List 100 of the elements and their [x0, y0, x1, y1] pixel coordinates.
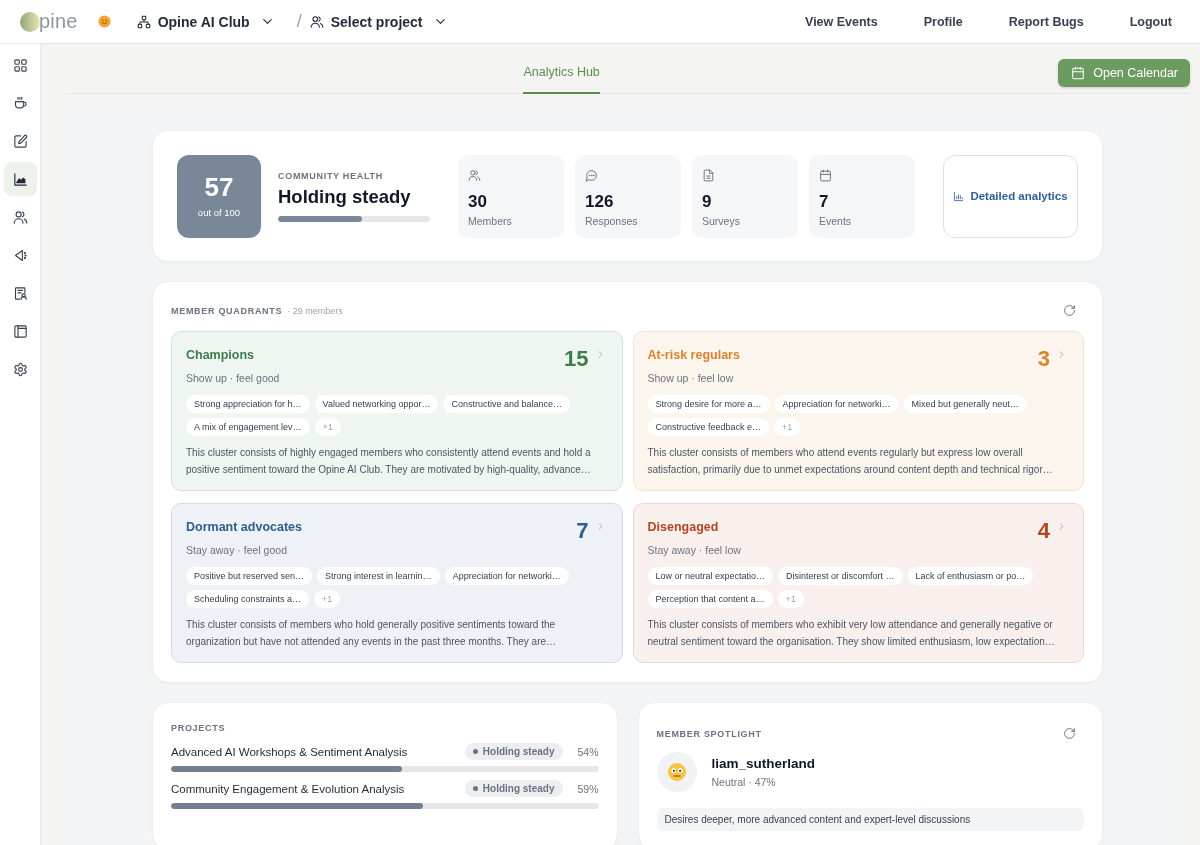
quadrant-count: 3	[1037, 348, 1050, 370]
tab[interactable]: Analytics Hub	[523, 65, 600, 94]
tag-chip: Strong appreciation for h…	[186, 395, 310, 413]
tag-chip: Constructive and balance…	[443, 395, 571, 413]
smiley-icon	[97, 15, 111, 28]
chat-icon	[585, 168, 598, 182]
tag-chip: Constructive feedback e…	[647, 418, 770, 436]
tag-chip: Positive but reserved sen…	[186, 567, 313, 585]
users-icon	[468, 168, 481, 182]
quadrant-description: This cluster consists of members who attend events regularly but express low overall satisfaction, primarily due to unmet expectations around content depth and technical rigor…	[647, 446, 1054, 477]
nav-link[interactable]: Profile	[923, 14, 963, 29]
calendar-icon	[1071, 66, 1086, 80]
tag-chip: Mixed but generally neut…	[903, 395, 1027, 413]
spotlight-quote: Desires deeper, more advanced content and expert-level discussions	[656, 808, 1084, 831]
status-dot-icon	[472, 749, 478, 754]
quadrant-card[interactable]	[632, 331, 1084, 491]
tag-chip: Strong desire for more a…	[647, 395, 770, 413]
document-user-icon	[12, 285, 28, 301]
tag-chip: Strong interest in learnin…	[317, 567, 440, 585]
stat-label: Events	[819, 214, 853, 227]
logo-icon	[20, 11, 40, 32]
cup-icon	[12, 95, 28, 111]
member-count: · 29 members	[287, 305, 343, 316]
quadrant-subtitle: Stay away · feel good	[186, 544, 288, 556]
settings-icon	[12, 361, 28, 377]
quadrant-description: This cluster consists of members who hold generally positive sentiments toward the organization but have not attended any events in the past three months. They are…	[186, 618, 558, 649]
project-percent: 59%	[576, 782, 599, 795]
nav-link[interactable]: Report Bugs	[1008, 14, 1084, 29]
nav-link[interactable]: View Events	[805, 14, 878, 29]
status-label: Holding steady	[482, 783, 555, 794]
stat-label: Responses	[585, 214, 639, 227]
status-dot-icon	[472, 786, 478, 791]
detailed-analytics-button[interactable]: Detailed analytics	[943, 154, 1078, 238]
project-percent: 54%	[576, 745, 599, 758]
section-title: MEMBER QUADRANTS	[171, 305, 283, 316]
stat-value: 9	[702, 191, 713, 212]
quadrant-count: 15	[564, 348, 589, 370]
section-label: COMMUNITY HEALTH	[278, 170, 384, 181]
quadrant-title: At-risk regulars	[647, 348, 740, 362]
quadrant-title: Dormant advocates	[186, 520, 302, 534]
refresh-icon[interactable]	[1063, 304, 1076, 317]
quadrant-subtitle: Show up · feel good	[186, 372, 281, 384]
tag-chip: Lack of enthusiasm or po…	[907, 567, 1034, 585]
member-name: liam_sutherland	[711, 756, 816, 771]
grid-icon	[12, 57, 28, 73]
more-tags-chip: +1	[314, 418, 341, 436]
section-title: MEMBER SPOTLIGHT	[656, 728, 762, 739]
more-tags-chip: +1	[314, 590, 341, 608]
quadrant-description: This cluster consists of highly engaged members who consistently attend events and hold a positive sentiment toward the Opine AI Club. They are motivated by high-quality, advance…	[186, 446, 592, 477]
quadrant-count: 4	[1037, 520, 1050, 542]
quadrant-title: Champions	[186, 348, 255, 362]
tag-chip: Low or neutral expectatio…	[647, 567, 774, 585]
project-name: Community Engagement & Evolution Analysis	[171, 782, 405, 795]
quadrant-subtitle: Stay away · feel low	[647, 544, 742, 556]
users-icon	[12, 209, 28, 225]
quadrant-card[interactable]	[171, 331, 623, 491]
health-status: Holding steady	[278, 185, 412, 208]
network-icon	[136, 14, 151, 29]
area-chart-icon	[12, 171, 28, 187]
refresh-icon[interactable]	[1063, 727, 1076, 740]
edit-icon	[12, 133, 28, 149]
stat-value: 30	[468, 191, 488, 212]
project-name: Advanced AI Workshops & Sentiment Analysis	[171, 745, 408, 758]
tag-chip: A mix of engagement lev…	[186, 418, 310, 436]
project-selector[interactable]: Select project	[309, 13, 448, 30]
quadrant-title: Disengaged	[647, 520, 719, 534]
megaphone-icon	[12, 247, 28, 263]
tag-chip: Perception that content a…	[647, 590, 773, 608]
logo-text: pine	[39, 10, 78, 33]
quadrant-count: 7	[576, 520, 589, 542]
organization-selector[interactable]: Opine AI Club	[136, 13, 275, 30]
tag-chip: Appreciation for networki…	[774, 395, 899, 413]
more-tags-chip: +1	[774, 418, 801, 436]
calendar-icon	[819, 168, 832, 182]
score-caption: out of 100	[197, 207, 241, 218]
stat-label: Surveys	[702, 214, 741, 227]
tag-chip: Disinterest or discomfort …	[778, 567, 903, 585]
quadrant-card[interactable]	[632, 503, 1084, 663]
quadrant-card[interactable]	[171, 503, 623, 663]
neutral-face-icon	[656, 752, 697, 792]
stat-label: Members	[468, 214, 513, 227]
users-icon	[309, 14, 324, 29]
stat-value: 126	[585, 191, 615, 212]
tag-chip: Valued networking oppor…	[314, 395, 439, 413]
quadrant-description: This cluster consists of members who exhibit very low attendance and generally negative or neutral sentiment toward the organisation. They show limited enthusiasm, low expectation…	[647, 618, 1056, 649]
layout-icon	[12, 323, 28, 339]
breadcrumb-separator: /	[296, 11, 302, 32]
status-label: Holding steady	[482, 746, 555, 757]
tag-chip: Scheduling constraints a…	[186, 590, 310, 608]
member-sentiment: Neutral · 47%	[711, 776, 777, 788]
section-title: PROJECTS	[171, 723, 227, 733]
stat-value: 7	[819, 191, 830, 212]
quadrant-subtitle: Show up · feel low	[647, 372, 735, 384]
document-icon	[702, 168, 715, 182]
more-tags-chip: +1	[777, 590, 804, 608]
bar-chart-icon	[953, 190, 965, 202]
score-value: 57	[204, 174, 234, 200]
tag-chip: Appreciation for networki…	[444, 567, 569, 585]
nav-link[interactable]: Logout	[1129, 14, 1172, 29]
sidebar-item[interactable]	[3, 162, 37, 196]
